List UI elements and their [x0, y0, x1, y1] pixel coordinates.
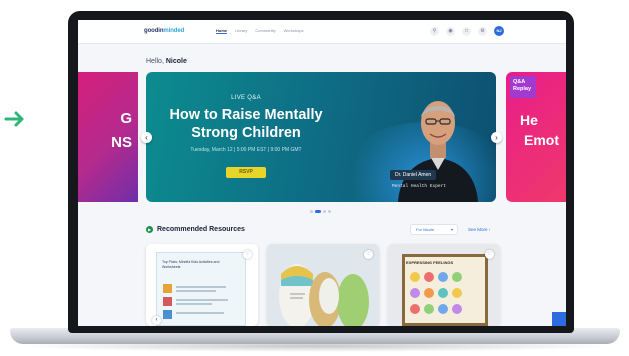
nav-workshops[interactable]: Workshops — [284, 28, 304, 34]
carousel-prev-button[interactable]: ‹ — [141, 132, 152, 143]
next-slide-line2: Emot — [524, 132, 559, 148]
recommended-title: Recommended Resources — [157, 226, 245, 233]
bell-icon[interactable]: ◉ — [446, 26, 455, 36]
hero-title-line1: How to Raise Mentally — [169, 107, 323, 123]
carousel-prev-slide[interactable]: G NS — [78, 72, 138, 202]
hero-slide[interactable]: LIVE Q&A How to Raise Mentally Strong Ch… — [146, 72, 496, 202]
event-date: Tuesday, March 12 | 5:00 PM EST | 9:00 P… — [190, 147, 302, 153]
poster-title: EXPRESSING FEELINGS — [406, 260, 454, 265]
chevron-down-icon: ▾ — [450, 227, 453, 232]
feelings-photo — [267, 244, 379, 326]
bookmark-icon[interactable]: ♡ — [485, 250, 494, 259]
feeling-face — [438, 272, 448, 282]
carousel-next-button[interactable]: › — [491, 132, 502, 143]
audience-filter[interactable]: For Nicole ▾ — [410, 224, 458, 235]
prev-slide-line1: G — [120, 110, 132, 127]
bookmark-icon[interactable]: ♡ — [243, 250, 252, 259]
brand-logo[interactable]: goodinminded — [144, 28, 184, 34]
resource-card-poster[interactable]: EXPRESSING FEELINGS ♡ — [388, 244, 500, 326]
expert-role: Mental Health Expert — [392, 184, 447, 189]
feeling-face — [424, 272, 434, 282]
avatar[interactable]: NJ — [494, 26, 504, 36]
rsvp-button[interactable]: RSVP — [226, 167, 266, 178]
feeling-face — [452, 304, 462, 314]
resource-card-photo[interactable]: ♡ — [267, 244, 379, 326]
feeling-face — [438, 304, 448, 314]
nav-community[interactable]: Community — [255, 28, 275, 34]
worksheet-image — [163, 310, 172, 319]
feeling-face — [410, 304, 420, 314]
search-icon[interactable]: ⚲ — [430, 26, 439, 36]
worksheet-title: Top Picks: Mindful Kids Activities and W… — [162, 260, 220, 269]
carousel-dot-active[interactable] — [315, 210, 321, 213]
worksheet-text-line — [176, 299, 228, 301]
carousel-dot[interactable] — [328, 210, 331, 213]
worksheet-text-line — [176, 290, 216, 292]
prev-slide-line2: NS — [111, 134, 132, 151]
nav-library[interactable]: Library — [235, 28, 247, 34]
carousel-next-slide[interactable]: Q&A Replay He Emot — [506, 72, 566, 202]
carousel-dot[interactable] — [323, 210, 326, 213]
resource-card-worksheet[interactable]: Top Picks: Mindful Kids Activities and W… — [146, 244, 258, 326]
worksheet-text-line — [176, 286, 226, 288]
help-tab[interactable] — [552, 312, 566, 326]
play-icon: ▶ — [146, 226, 153, 233]
nav-home[interactable]: Home — [216, 28, 228, 34]
worksheet-text-line — [176, 312, 224, 314]
app-screen: goodinminded Home Library Community Work… — [78, 20, 566, 326]
bookmark-icon[interactable]: ♡ — [364, 250, 373, 259]
feeling-face — [424, 304, 434, 314]
carousel-dot[interactable] — [310, 210, 313, 213]
live-tag: LIVE Q&A — [231, 95, 261, 101]
calendar-icon[interactable]: □ — [462, 26, 471, 36]
worksheet-text-line — [176, 303, 212, 305]
cards-prev-button[interactable]: ‹ — [152, 316, 161, 325]
feeling-face — [410, 288, 420, 298]
feeling-face — [424, 288, 434, 298]
feeling-face — [410, 272, 420, 282]
feeling-face — [452, 288, 462, 298]
worksheet-image — [163, 284, 172, 293]
hero-title-line2: Strong Children — [191, 125, 301, 141]
nav-links: Home Library Community Workshops — [216, 28, 304, 34]
settings-icon[interactable]: ⚙ — [478, 26, 487, 36]
marketing-stage: goodinminded Home Library Community Work… — [0, 0, 629, 356]
greeting: Hello, Nicole — [146, 58, 187, 65]
next-slide-line1: He — [520, 112, 538, 128]
recommended-header: ▶ Recommended Resources — [146, 226, 245, 233]
see-more-link[interactable]: See More › — [468, 227, 490, 232]
worksheet-image — [163, 297, 172, 306]
qa-replay-tag: Q&A Replay — [510, 76, 536, 98]
carousel-dots — [310, 210, 331, 213]
top-nav: goodinminded Home Library Community Work… — [78, 20, 566, 44]
feeling-face — [438, 288, 448, 298]
feeling-face — [452, 272, 462, 282]
expert-name: Dr. Daniel Amen — [390, 170, 437, 180]
nav-icons: ⚲ ◉ □ ⚙ NJ — [430, 26, 504, 36]
user-name: Nicole — [165, 58, 187, 65]
arrow-right-icon — [4, 111, 24, 127]
